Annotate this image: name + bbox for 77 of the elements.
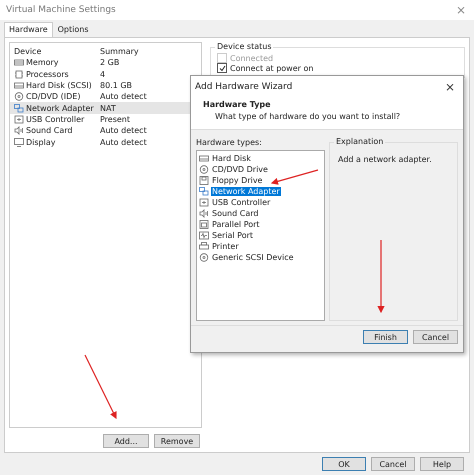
dialog-title: Add Hardware Wizard xyxy=(195,82,292,92)
checkbox[interactable] xyxy=(217,63,227,73)
group-title: Explanation xyxy=(334,137,386,146)
close-button[interactable]: × xyxy=(444,80,455,94)
device-summary: 4 xyxy=(100,70,106,79)
device-row[interactable]: Memory 2 GB xyxy=(10,57,190,69)
floppy-icon xyxy=(199,176,209,185)
serial-port-icon xyxy=(199,231,209,240)
hardware-type-item[interactable]: Hard Disk xyxy=(211,154,252,163)
device-summary: Auto detect xyxy=(100,92,148,102)
tab[interactable]: Hardware xyxy=(4,22,53,37)
checkbox-label: Connect at power on xyxy=(230,64,314,72)
column-header: Summary xyxy=(100,47,140,56)
memory-icon xyxy=(14,58,24,68)
device-row[interactable]: USB Controller Present xyxy=(10,114,190,126)
hardware-type-item[interactable]: Network Adapter xyxy=(211,187,281,196)
checkbox-label: Connected xyxy=(230,54,274,62)
drive-icon xyxy=(199,154,209,163)
drive-icon xyxy=(14,81,24,90)
device-name: Memory xyxy=(26,58,59,68)
hardware-type-item[interactable]: Generic SCSI Device xyxy=(211,253,295,262)
device-summary: Present xyxy=(100,114,132,124)
device-name: Processors xyxy=(26,70,69,79)
port-icon xyxy=(199,220,209,229)
disc-icon xyxy=(199,253,209,262)
finish-button[interactable]: Finish xyxy=(363,330,408,344)
hardware-type-item[interactable]: Serial Port xyxy=(211,231,254,240)
network-icon xyxy=(199,187,209,196)
device-name: CD/DVD (IDE) xyxy=(26,92,80,102)
device-summary: NAT xyxy=(100,104,117,113)
usb-icon xyxy=(199,198,209,207)
device-name: Network Adapter xyxy=(26,104,94,113)
step-heading: Hardware Type xyxy=(203,100,272,109)
monitor-icon xyxy=(14,138,24,147)
device-name: Display xyxy=(26,138,56,147)
disc-icon xyxy=(199,165,209,174)
close-button[interactable]: × xyxy=(456,3,466,17)
device-row[interactable]: Sound Card Auto detect xyxy=(10,125,190,136)
ok-button[interactable]: OK xyxy=(322,457,366,471)
group-title: Device status xyxy=(215,42,274,51)
help-button[interactable]: Help xyxy=(420,457,464,471)
device-row[interactable]: Display Auto detect xyxy=(10,136,190,148)
arrow xyxy=(84,354,117,420)
arrow xyxy=(270,169,318,185)
add-button[interactable]: Add... xyxy=(103,434,149,448)
device-row[interactable]: Hard Disk (SCSI) 80.1 GB xyxy=(10,80,190,92)
window-title: Virtual Machine Settings xyxy=(6,5,116,15)
device-summary: Auto detect xyxy=(100,138,148,147)
hardware-type-item[interactable]: Parallel Port xyxy=(211,220,261,229)
device-summary: 2 GB xyxy=(100,58,120,68)
chip-icon xyxy=(14,70,24,79)
hardware-type-item[interactable]: Sound Card xyxy=(211,209,260,218)
list-label: Hardware types: xyxy=(196,138,263,147)
hardware-type-item[interactable]: CD/DVD Drive xyxy=(211,165,269,174)
disc-icon xyxy=(14,92,24,102)
remove-button[interactable]: Remove xyxy=(154,434,200,448)
cancel-button[interactable]: Cancel xyxy=(371,457,415,471)
hardware-type-item[interactable]: Floppy Drive xyxy=(211,176,264,185)
explanation-text: Add a network adapter. xyxy=(338,155,432,164)
step-description: What type of hardware do you want to install? xyxy=(214,112,402,121)
device-name: USB Controller xyxy=(26,114,84,124)
device-row[interactable]: Processors 4 xyxy=(10,68,190,80)
device-summary: 80.1 GB xyxy=(100,81,134,90)
speaker-icon xyxy=(199,209,209,218)
cancel-button[interactable]: Cancel xyxy=(413,330,458,344)
column-header: Device xyxy=(14,47,42,56)
usb-icon xyxy=(14,114,24,124)
hardware-type-item[interactable]: Printer xyxy=(211,242,240,251)
device-row[interactable]: Network Adapter NAT xyxy=(10,102,190,114)
device-row[interactable]: CD/DVD (IDE) Auto detect xyxy=(10,91,190,102)
device-summary: Auto detect xyxy=(100,126,148,136)
printer-icon xyxy=(199,242,209,251)
hardware-type-item[interactable]: USB Controller xyxy=(211,198,272,207)
device-name: Sound Card xyxy=(26,126,72,136)
network-icon xyxy=(14,104,24,113)
device-name: Hard Disk (SCSI) xyxy=(26,81,92,90)
speaker-icon xyxy=(14,126,24,136)
